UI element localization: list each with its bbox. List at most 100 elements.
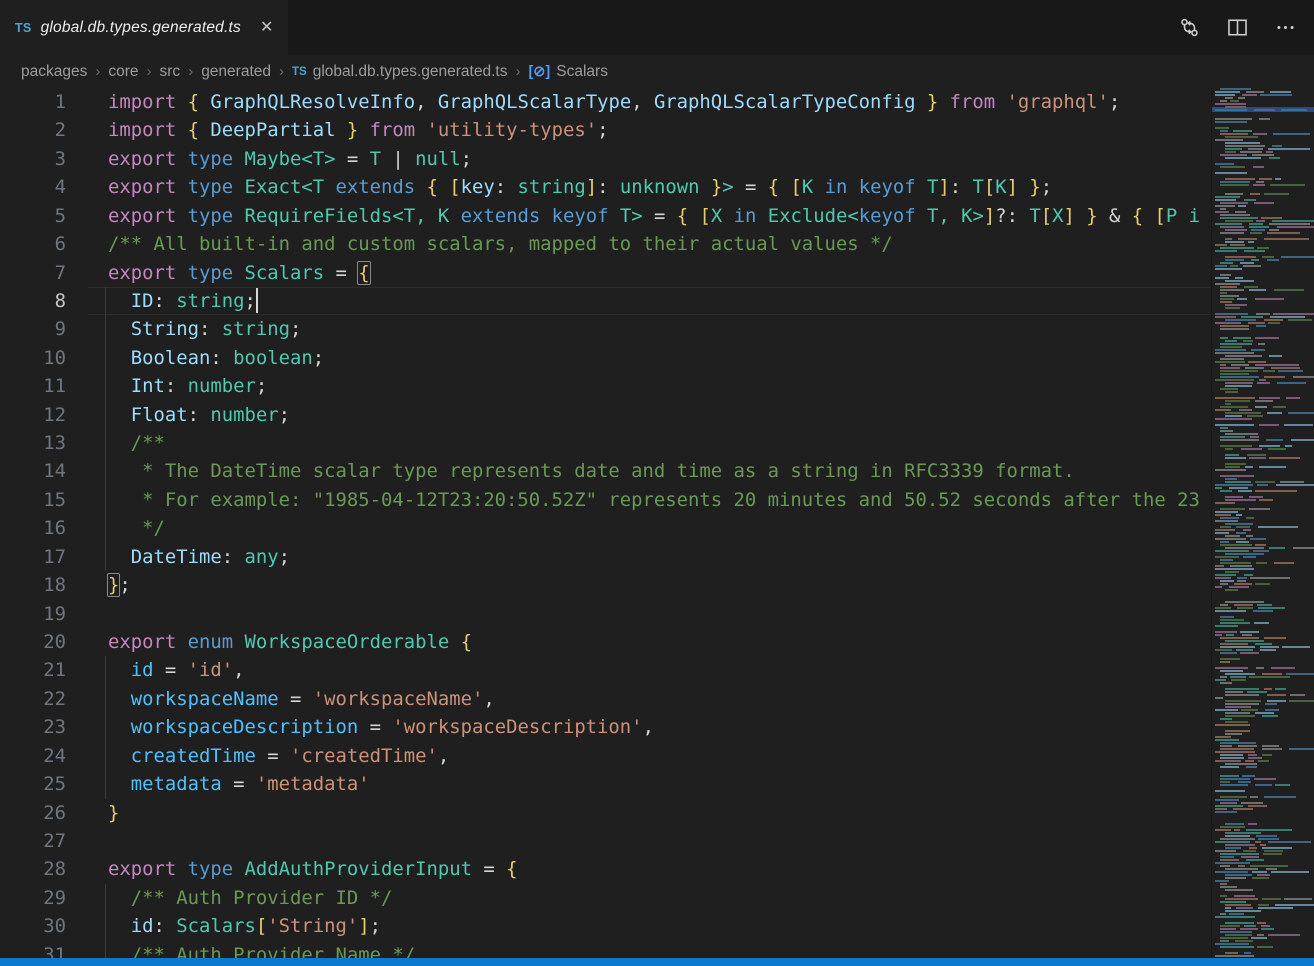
code-line-6[interactable]: 6 /** All built-in and custom scalars, ma… <box>0 230 1212 258</box>
code-line-25[interactable]: 25 metadata = 'metadata' <box>0 770 1212 798</box>
code-text: /** All built-in and custom scalars, map… <box>108 230 893 258</box>
compare-changes-icon[interactable] <box>1178 17 1200 39</box>
code-line-28[interactable]: 28 export type AddAuthProviderInput = { <box>0 855 1212 883</box>
code-line-8[interactable]: 8 ID: string; <box>0 287 1212 315</box>
line-number[interactable]: 28 <box>0 855 66 883</box>
line-number[interactable]: 5 <box>0 202 66 230</box>
line-number[interactable]: 2 <box>0 116 66 144</box>
close-tab-icon[interactable]: ✕ <box>260 20 273 36</box>
line-number[interactable]: 24 <box>0 742 66 770</box>
code-line-11[interactable]: 11 Int: number; <box>0 372 1212 400</box>
breadcrumb-item-file[interactable]: TS global.db.types.generated.ts <box>292 63 507 81</box>
code-line-15[interactable]: 15 * For example: "1985-04-12T23:20:50.5… <box>0 486 1212 514</box>
breadcrumb-item-core[interactable]: core <box>108 63 138 81</box>
code-text: export enum WorkspaceOrderable { <box>108 628 472 656</box>
line-number[interactable]: 14 <box>0 457 66 485</box>
code-line-3[interactable]: 3export type Maybe<T> = T | null; <box>0 145 1212 173</box>
code-text: export type AddAuthProviderInput = { <box>108 855 517 883</box>
tab-global-db-types-generated[interactable]: TS global.db.types.generated.ts ✕ <box>0 0 288 55</box>
line-number[interactable]: 8 <box>0 287 66 315</box>
code-line-1[interactable]: 1import { GraphQLResolveInfo, GraphQLSca… <box>0 88 1212 116</box>
split-editor-icon[interactable] <box>1226 17 1248 39</box>
code-line-19[interactable]: 19 <box>0 600 1212 628</box>
code-line-14[interactable]: 14 * The DateTime scalar type represents… <box>0 457 1212 485</box>
breadcrumb-item-symbol[interactable]: [⊘] Scalars <box>528 63 608 81</box>
line-number[interactable]: 30 <box>0 912 66 940</box>
line-number[interactable]: 3 <box>0 145 66 173</box>
line-number[interactable]: 7 <box>0 259 66 287</box>
line-number[interactable]: 4 <box>0 173 66 201</box>
line-number[interactable]: 11 <box>0 372 66 400</box>
code-area[interactable]: 1import { GraphQLResolveInfo, GraphQLSca… <box>0 88 1212 958</box>
line-number[interactable]: 21 <box>0 656 66 684</box>
code-text: * The DateTime scalar type represents da… <box>108 457 1075 485</box>
code-line-17[interactable]: 17 DateTime: any; <box>0 543 1212 571</box>
breadcrumb-file-label: global.db.types.generated.ts <box>313 63 508 81</box>
code-text: /** Auth Provider ID */ <box>108 884 392 912</box>
code-text: metadata = 'metadata' <box>108 770 370 798</box>
code-line-29[interactable]: 29 /** Auth Provider ID */ <box>0 884 1212 912</box>
breadcrumb-symbol-label: Scalars <box>556 63 608 81</box>
line-number[interactable]: 23 <box>0 713 66 741</box>
line-number[interactable]: 17 <box>0 543 66 571</box>
code-line-13[interactable]: 13 /** <box>0 429 1212 457</box>
vscode-editor-window: TS global.db.types.generated.ts ✕ <box>0 0 1314 966</box>
line-number[interactable]: 12 <box>0 401 66 429</box>
code-line-31[interactable]: 31 /** Auth Provider Name */ <box>0 941 1212 958</box>
code-line-23[interactable]: 23 workspaceDescription = 'workspaceDesc… <box>0 713 1212 741</box>
line-number[interactable]: 10 <box>0 344 66 372</box>
line-number[interactable]: 26 <box>0 799 66 827</box>
breadcrumb-item-generated[interactable]: generated <box>201 63 271 81</box>
breadcrumb-item-packages[interactable]: packages <box>21 63 87 81</box>
code-line-16[interactable]: 16 */ <box>0 514 1212 542</box>
line-number[interactable]: 13 <box>0 429 66 457</box>
breadcrumb-separator-icon: › <box>188 63 193 80</box>
code-text: id: Scalars['String']; <box>108 912 381 940</box>
line-number[interactable]: 6 <box>0 230 66 258</box>
line-number[interactable]: 29 <box>0 884 66 912</box>
code-text: workspaceName = 'workspaceName', <box>108 685 495 713</box>
code-text: createdTime = 'createdTime', <box>108 742 449 770</box>
more-actions-icon[interactable] <box>1274 17 1296 39</box>
line-number[interactable]: 31 <box>0 941 66 958</box>
code-line-24[interactable]: 24 createdTime = 'createdTime', <box>0 742 1212 770</box>
line-number[interactable]: 20 <box>0 628 66 656</box>
line-number[interactable]: 1 <box>0 88 66 116</box>
code-line-20[interactable]: 20 export enum WorkspaceOrderable { <box>0 628 1212 656</box>
code-text: Boolean: boolean; <box>108 344 324 372</box>
line-number[interactable]: 9 <box>0 315 66 343</box>
line-number[interactable]: 16 <box>0 514 66 542</box>
breadcrumb-item-src[interactable]: src <box>160 63 181 81</box>
code-line-18[interactable]: 18}; <box>0 571 1212 599</box>
code-editor[interactable]: 1import { GraphQLResolveInfo, GraphQLSca… <box>0 88 1314 958</box>
line-number[interactable]: 25 <box>0 770 66 798</box>
line-number[interactable]: 19 <box>0 600 66 628</box>
code-line-27[interactable]: 27 <box>0 827 1212 855</box>
code-line-5[interactable]: 5 export type RequireFields<T, K extends … <box>0 202 1212 230</box>
tab-title: global.db.types.generated.ts <box>41 19 241 37</box>
code-line-2[interactable]: 2 import { DeepPartial } from 'utility-ty… <box>0 116 1212 144</box>
code-line-22[interactable]: 22 workspaceName = 'workspaceName', <box>0 685 1212 713</box>
code-line-4[interactable]: 4export type Exact<T extends { [key: str… <box>0 173 1212 201</box>
code-text: }; <box>108 571 131 599</box>
breadcrumb-separator-icon: › <box>147 63 152 80</box>
code-line-9[interactable]: 9 String: string; <box>0 315 1212 343</box>
line-number[interactable]: 22 <box>0 685 66 713</box>
code-text: import { DeepPartial } from 'utility-typ… <box>108 116 608 144</box>
typescript-file-icon: TS <box>15 21 32 35</box>
code-line-7[interactable]: 7export type Scalars = { <box>0 259 1212 287</box>
minimap[interactable] <box>1211 88 1314 958</box>
line-number[interactable]: 27 <box>0 827 66 855</box>
code-text: export type RequireFields<T, K extends k… <box>108 202 1200 230</box>
tab-bar: TS global.db.types.generated.ts ✕ <box>0 0 1314 55</box>
typescript-file-icon: TS <box>292 66 307 78</box>
code-line-30[interactable]: 30 id: Scalars['String']; <box>0 912 1212 940</box>
code-line-12[interactable]: 12 Float: number; <box>0 401 1212 429</box>
code-line-26[interactable]: 26} <box>0 799 1212 827</box>
code-line-10[interactable]: 10 Boolean: boolean; <box>0 344 1212 372</box>
code-text: */ <box>108 514 165 542</box>
code-text: String: string; <box>108 315 301 343</box>
line-number[interactable]: 15 <box>0 486 66 514</box>
line-number[interactable]: 18 <box>0 571 66 599</box>
code-line-21[interactable]: 21 id = 'id', <box>0 656 1212 684</box>
